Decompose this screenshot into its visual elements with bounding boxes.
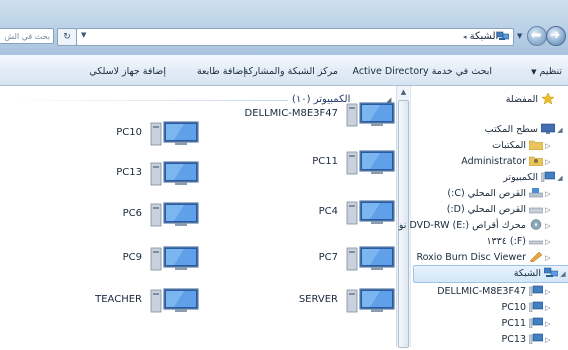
nav-item-network-pc13[interactable]: ▷PC13 [502,332,553,348]
computer-tile[interactable]: PC4 [256,198,396,226]
nav-item-dvd-drive[interactable]: ▷محرك أقراص DVD-RW (E:) نو [399,218,553,234]
nav-item-drive-c[interactable]: ▷القرص المحلي (C:) [447,186,553,202]
computer-monitor-icon [150,288,199,313]
address-bar[interactable]: ▼ ◂ الشبكة ◂ [76,28,514,46]
organize-menu-button[interactable]: تنظيم ▼ [531,66,562,77]
breadcrumb-network[interactable]: الشبكة [470,31,499,42]
nav-item-desktop[interactable]: ◢سطح المكتب [485,122,565,138]
computer-monitor-icon [346,200,395,225]
network-sharing-center-button[interactable]: مركز الشبكة والمشاركة [243,66,338,77]
scroll-up-arrow-icon[interactable]: ▲ [397,86,410,99]
computer-icon [540,171,556,183]
computer-icon [528,333,544,345]
network-location-icon [497,31,509,40]
removable-drive-icon [528,235,544,246]
nav-item-network-dellmic[interactable]: ▷DELLMIC-M8E3F47 [437,284,553,300]
computer-icon [528,317,544,329]
computer-monitor-icon [150,121,199,146]
roxio-viewer-icon [529,251,543,263]
computer-tile[interactable]: PC7 [256,244,396,272]
forward-arrow-icon: ⬅ [530,28,542,43]
computer-tile[interactable]: PC6 [60,200,200,228]
computer-tile[interactable]: PC13 [60,159,200,187]
desktop-icon [540,123,556,134]
dvd-drive-icon [529,219,543,230]
computer-icon [528,301,544,313]
nav-item-computer[interactable]: ◢الكمبيوتر [503,170,565,186]
nav-item-libraries[interactable]: ▷المكتبات [492,138,553,154]
nav-item-network-pc11[interactable]: ▷PC11 [502,316,553,332]
nav-item-drive-f[interactable]: ▷(F:) ١٣٣٤ [486,234,553,250]
command-bar: تنظيم ▼ ابحث في خدمة Active Directory مر… [0,55,568,86]
computer-tile[interactable]: TEACHER [60,286,200,314]
computer-tile[interactable]: DELLMIC-M8E3F47 [245,100,396,128]
breadcrumb-root-chevron-icon[interactable]: ◂ [463,33,467,41]
vertical-scrollbar[interactable]: ▲ [396,86,410,348]
computer-tile[interactable]: PC11 [256,148,396,176]
navigation-pane: المفضلة ◢سطح المكتب ▷المكتبات ▷Administr… [399,86,568,348]
computer-tile[interactable]: PC10 [60,119,200,147]
content-pane: الكمبيوتر (١٠) ◢ DELLMIC-M8E3F47 PC11 PC… [0,86,396,347]
computer-monitor-icon [150,246,199,271]
group-divider [6,100,288,101]
organize-dropdown-icon: ▼ [531,68,537,76]
computer-icon [528,285,544,297]
nav-item-favorites[interactable]: المفضلة [506,92,565,108]
nav-item-administrator[interactable]: ▷Administrator [461,154,553,170]
system-drive-icon [528,187,544,198]
search-input[interactable]: بحث في الش [0,28,54,44]
back-arrow-icon: ➜ [549,28,561,43]
nav-item-network[interactable]: ◢الشبكة [413,265,568,283]
drive-icon [528,203,544,214]
nav-item-roxio-viewer[interactable]: ▷Roxio Burn Disc Viewer [416,250,553,266]
nav-item-network-pc10[interactable]: ▷PC10 [502,300,553,316]
refresh-button[interactable]: ↻ [57,28,77,46]
title-bar: ➜ ⬅ ▼ ▼ ◂ الشبكة ◂ ↻ بحث في الش [0,0,568,55]
computer-monitor-icon [346,288,395,313]
libraries-folder-icon [528,139,544,151]
user-folder-icon [528,155,544,167]
computer-monitor-icon [346,102,395,127]
recent-pages-dropdown-icon[interactable]: ▼ [517,32,522,40]
computer-monitor-icon [346,246,395,271]
computer-monitor-icon [346,150,395,175]
computer-monitor-icon [150,161,199,186]
address-history-chevron-icon[interactable]: ▼ [81,31,86,39]
computer-tile[interactable]: SERVER [256,286,396,314]
add-wireless-device-button[interactable]: إضافة جهاز لاسلكي [89,66,166,77]
computer-tile[interactable]: PC9 [60,244,200,272]
search-active-directory-button[interactable]: ابحث في خدمة Active Directory [352,66,492,77]
add-printer-button[interactable]: إضافة طابعة [197,66,246,77]
favorites-star-icon [541,92,555,105]
network-icon [543,267,559,278]
computer-monitor-icon [150,202,199,227]
nav-item-drive-d[interactable]: ▷القرص المحلي (D:) [447,202,553,218]
